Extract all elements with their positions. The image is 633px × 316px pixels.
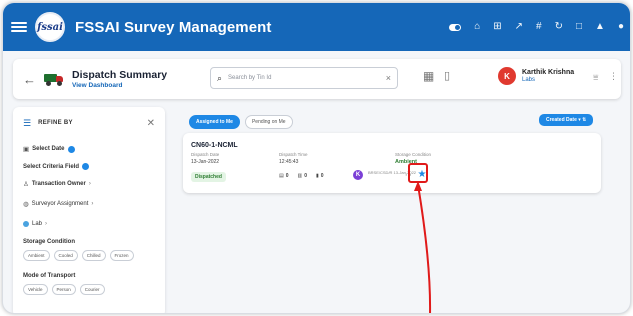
annotation-arrow [414,181,432,313]
app-window: fssai FSSAI Survey Management ⌂ ⊞ ↗ # ↻ … [2,2,631,314]
